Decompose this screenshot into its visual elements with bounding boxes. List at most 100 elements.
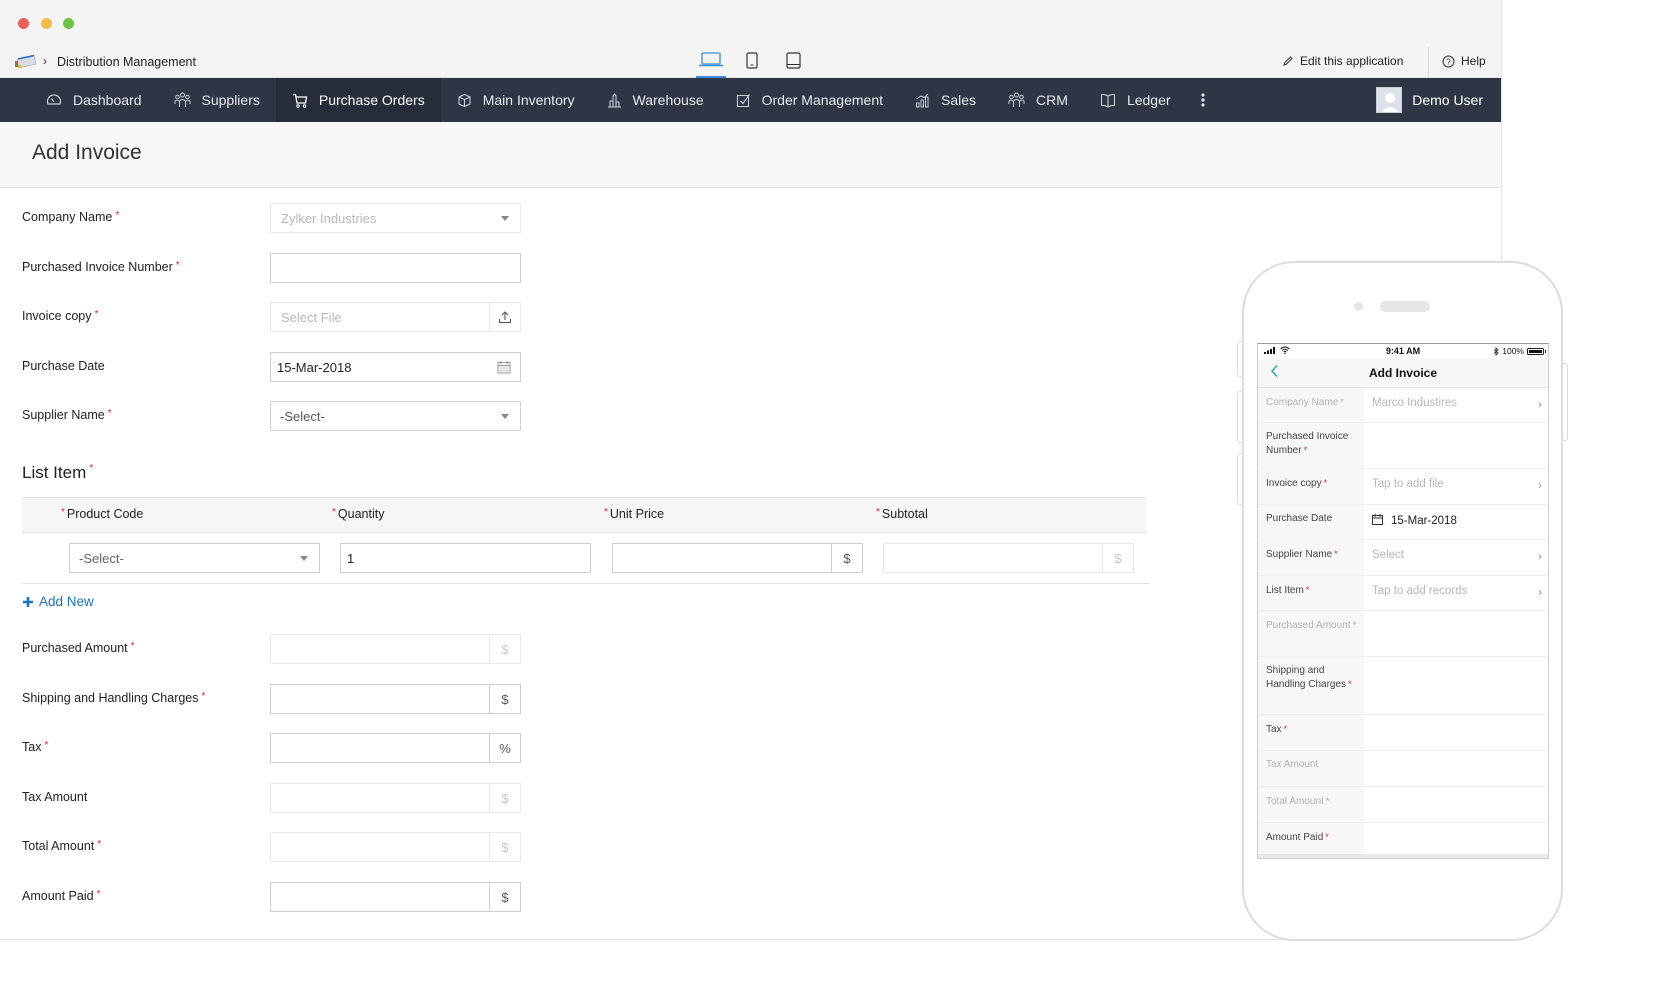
nav-item-crm[interactable]: CRM [992,78,1084,122]
chevron-right-icon: › [1538,585,1542,599]
phone-side-button [1563,363,1568,441]
nav-item-dashboard[interactable]: Dashboard [30,78,158,122]
currency-addon: $ [1102,544,1133,572]
mobile-form-row[interactable]: Invoice copy * Tap to add file › [1258,469,1548,505]
main-navigation: Dashboard Suppliers Purchase Orders Main… [0,78,1501,122]
help-label: Help [1461,54,1486,68]
edit-application-button[interactable]: Edit this application [1282,54,1403,68]
bluetooth-icon [1493,346,1499,356]
list-item-title: List Item * [22,463,94,482]
laptop-icon [699,52,723,67]
upload-button[interactable] [489,303,520,331]
mobile-field-label: Total Amount * [1258,787,1364,822]
product-code-select[interactable]: -Select- [69,543,320,573]
maximize-window-button[interactable] [63,18,74,29]
mobile-field-value[interactable] [1364,657,1548,714]
subtotal-input: $ [883,543,1134,573]
nav-label: CRM [1036,92,1068,108]
user-menu[interactable]: Demo User [1376,78,1483,122]
unit-price-input[interactable]: $ [612,543,863,573]
breadcrumb-separator: › [43,54,47,68]
app-name[interactable]: Distribution Management [57,55,196,69]
mobile-form-row[interactable]: Shipping and Handling Charges * [1258,657,1548,715]
mobile-form-row[interactable]: Amount Paid * [1258,823,1548,858]
currency-addon: $ [489,685,520,713]
mobile-form-row[interactable]: Purchased Amount * [1258,611,1548,657]
tax-input[interactable]: % [270,733,521,763]
upload-icon [498,311,512,324]
nav-item-ledger[interactable]: Ledger [1084,78,1187,122]
phone-speaker [1380,301,1430,312]
mobile-field-value[interactable] [1364,715,1548,750]
mobile-field-value[interactable]: Tap to add records › [1364,576,1548,610]
page-title: Add Invoice [32,141,142,164]
plus-icon [23,596,33,607]
mobile-field-label: Purchased Invoice Number * [1258,423,1364,468]
nav-item-suppliers[interactable]: Suppliers [158,78,276,122]
app-bar: › Distribution Management Edit this appl… [0,47,1501,78]
amount-paid-label: Amount Paid * [22,889,101,903]
mobile-form-row[interactable]: Purchased Invoice Number * [1258,423,1548,469]
calendar-icon[interactable] [497,360,511,374]
more-menu-button[interactable] [1187,78,1219,122]
mobile-field-value[interactable]: Marco Industires › [1364,388,1548,422]
purchase-date-input[interactable]: 15-Mar-2018 [270,352,521,382]
add-new-row-button[interactable]: Add New [22,594,94,609]
laptop-view-toggle[interactable] [696,52,726,78]
chevron-down-icon [501,413,509,419]
quantity-input[interactable]: 1 [340,543,591,573]
tax-label: Tax * [22,740,49,754]
mobile-field-value[interactable] [1364,787,1548,822]
invoice-number-label: Purchased Invoice Number * [22,260,180,274]
nav-label: Purchase Orders [318,92,425,108]
mobile-form-row[interactable]: Supplier Name * Select › [1258,540,1548,576]
mobile-field-value[interactable] [1364,611,1548,656]
nav-item-purchase-orders[interactable]: Purchase Orders [275,78,441,122]
tablet-view-toggle[interactable] [778,52,808,78]
mobile-form-row[interactable]: Purchase Date 15-Mar-2018 [1258,505,1548,540]
company-name-select[interactable]: Zylker Industries [270,203,521,233]
mobile-field-value[interactable] [1364,823,1548,857]
purchased-amount-input: $ [270,634,521,664]
shipping-charges-label: Shipping and Handling Charges * [22,691,206,705]
screen-bottom-edge [1258,854,1548,858]
mobile-field-label: Tax * [1258,715,1364,750]
invoice-copy-placeholder: Select File [281,309,342,325]
mobile-field-value[interactable]: Select › [1364,540,1548,575]
phone-view-toggle[interactable] [737,52,767,78]
user-name: Demo User [1412,92,1483,108]
mobile-header: Add Invoice [1258,359,1548,388]
invoice-copy-file-input[interactable]: Select File [270,302,521,332]
box-icon [458,93,471,107]
currency-addon: $ [489,635,520,663]
supplier-name-select[interactable]: -Select- [270,401,521,431]
amount-paid-input[interactable]: $ [270,882,521,912]
mobile-field-value[interactable]: Tap to add file › [1364,469,1548,504]
mobile-field-value[interactable] [1364,423,1548,468]
nav-item-order-management[interactable]: Order Management [720,78,899,122]
currency-addon: $ [489,833,520,861]
app-logo-icon [15,55,37,69]
mobile-field-value[interactable]: 15-Mar-2018 [1364,505,1548,539]
nav-item-sales[interactable]: Sales [899,78,992,122]
mobile-form-row[interactable]: List Item * Tap to add records › [1258,576,1548,611]
currency-addon: $ [489,784,520,812]
nav-item-main-inventory[interactable]: Main Inventory [441,78,591,122]
close-window-button[interactable] [18,18,29,29]
column-unit-price: * Unit Price [604,507,665,521]
nav-item-warehouse[interactable]: Warehouse [591,78,720,122]
shipping-charges-input[interactable]: $ [270,684,521,714]
mobile-field-label: Shipping and Handling Charges * [1258,657,1364,714]
mobile-field-value[interactable] [1364,751,1548,786]
mobile-title: Add Invoice [1368,366,1437,380]
mobile-form-row[interactable]: Tax * [1258,715,1548,751]
help-icon: ? [1442,55,1455,67]
help-button[interactable]: ? Help [1442,54,1486,68]
minimize-window-button[interactable] [41,18,52,29]
mobile-form-row[interactable]: Tax Amount [1258,751,1548,787]
people-icon [1008,92,1025,107]
invoice-number-input[interactable] [270,253,521,283]
mobile-form-row[interactable]: Company Name * Marco Industires › [1258,388,1548,423]
mobile-form-row[interactable]: Total Amount * [1258,787,1548,823]
avatar [1376,87,1403,113]
